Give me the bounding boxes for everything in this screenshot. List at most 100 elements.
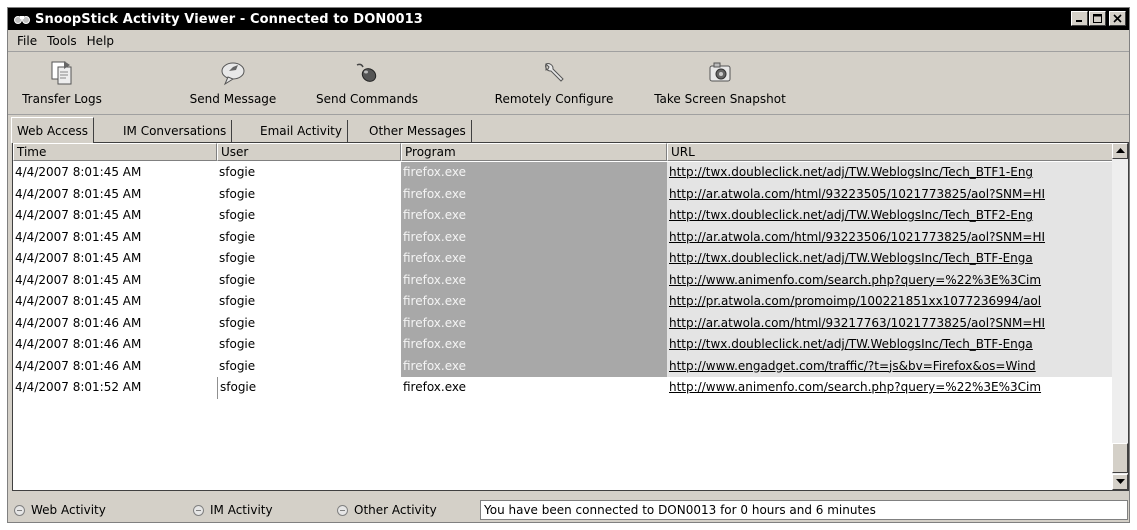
column-header-program[interactable]: Program xyxy=(401,143,667,161)
cell-program: firefox.exe xyxy=(401,291,667,313)
cell-program: firefox.exe xyxy=(401,377,667,399)
table-row[interactable]: 4/4/2007 8:01:46 AM sfogie firefox.exe http… xyxy=(13,355,1113,377)
grid-header: Time User Program URL xyxy=(13,143,1113,161)
cell-program: firefox.exe xyxy=(401,312,667,334)
table-row[interactable]: 4/4/2007 8:01:45 AM sfogie firefox.exe http… xyxy=(13,205,1113,227)
table-row[interactable]: 4/4/2007 8:01:45 AM sfogie firefox.exe http… xyxy=(13,248,1113,270)
tab-im-conversations[interactable]: IM Conversations xyxy=(118,120,233,142)
cell-url[interactable]: http://twx.doubleclick.net/adj/TW.Weblog… xyxy=(667,334,1113,356)
grid-rows: 4/4/2007 8:01:45 AM sfogie firefox.exe http… xyxy=(13,162,1113,399)
minimize-button[interactable] xyxy=(1071,11,1088,26)
tab-strip: Web Access IM Conversations Email Activi… xyxy=(8,116,1129,143)
cell-user: sfogie xyxy=(217,183,401,205)
cell-url[interactable]: http://pr.atwola.com/promoimp/100221851x… xyxy=(667,291,1113,313)
cell-user: sfogie xyxy=(217,312,401,334)
status-web-activity-label: Web Activity xyxy=(31,503,106,517)
cell-program: firefox.exe xyxy=(401,269,667,291)
remotely-configure-button[interactable]: Remotely Configure xyxy=(484,59,624,111)
cell-time: 4/4/2007 8:01:45 AM xyxy=(13,226,217,248)
arrow-up-icon xyxy=(1115,148,1125,153)
status-indicator-icon xyxy=(14,504,25,516)
table-row[interactable]: 4/4/2007 8:01:46 AM sfogie firefox.exe http… xyxy=(13,334,1113,356)
cell-program: firefox.exe xyxy=(401,183,667,205)
cell-program: firefox.exe xyxy=(401,248,667,270)
cell-time: 4/4/2007 8:01:45 AM xyxy=(13,162,217,184)
table-row[interactable]: 4/4/2007 8:01:45 AM sfogie firefox.exe http… xyxy=(13,269,1113,291)
cell-url[interactable]: http://twx.doubleclick.net/adj/TW.Weblog… xyxy=(667,248,1113,270)
close-button[interactable] xyxy=(1109,11,1126,26)
cell-url[interactable]: http://ar.atwola.com/html/93223506/10217… xyxy=(667,226,1113,248)
status-web-activity: Web Activity xyxy=(10,500,186,520)
cell-url[interactable]: http://ar.atwola.com/html/93217763/10217… xyxy=(667,312,1113,334)
column-header-url[interactable]: URL xyxy=(667,143,1113,161)
cell-time: 4/4/2007 8:01:45 AM xyxy=(13,183,217,205)
title-bar[interactable]: SnoopStick Activity Viewer - Connected t… xyxy=(8,8,1129,30)
take-screen-snapshot-button[interactable]: Take Screen Snapshot xyxy=(646,59,794,111)
toolbar: Transfer Logs Send Message Send Commands… xyxy=(8,53,1129,115)
binoculars-icon xyxy=(13,11,31,27)
scroll-down-button[interactable] xyxy=(1112,474,1128,490)
maximize-icon xyxy=(1093,14,1102,23)
scroll-up-button[interactable] xyxy=(1112,143,1128,159)
cell-url[interactable]: http://www.animenfo.com/search.php?query… xyxy=(667,377,1113,399)
table-row[interactable]: 4/4/2007 8:01:45 AM sfogie firefox.exe http… xyxy=(13,162,1113,184)
app-window: SnoopStick Activity Viewer - Connected t… xyxy=(7,7,1130,523)
status-indicator-icon xyxy=(337,504,348,516)
cell-url[interactable]: http://twx.doubleclick.net/adj/TW.Weblog… xyxy=(667,162,1113,184)
cell-url[interactable]: http://www.animenfo.com/search.php?query… xyxy=(667,269,1113,291)
tab-web-access[interactable]: Web Access xyxy=(11,117,95,143)
scroll-thumb[interactable] xyxy=(1112,443,1128,473)
menu-help[interactable]: Help xyxy=(82,34,119,48)
cell-program: firefox.exe xyxy=(401,355,667,377)
cell-time: 4/4/2007 8:01:45 AM xyxy=(13,205,217,227)
status-im-activity-label: IM Activity xyxy=(210,503,273,517)
cell-program: firefox.exe xyxy=(401,334,667,356)
speech-bubble-icon xyxy=(218,59,248,87)
cell-user: sfogie xyxy=(217,162,401,184)
wrench-icon xyxy=(539,59,569,87)
vertical-scrollbar[interactable] xyxy=(1112,143,1128,490)
maximize-button[interactable] xyxy=(1089,11,1106,26)
tab-other-messages[interactable]: Other Messages xyxy=(364,120,472,142)
web-access-grid: Time User Program URL 4/4/2007 8:01:45 A… xyxy=(12,142,1129,491)
status-other-activity: Other Activity xyxy=(333,500,478,520)
mouse-icon xyxy=(352,59,382,87)
column-header-time[interactable]: Time xyxy=(13,143,217,161)
status-indicator-icon xyxy=(193,504,204,516)
window-title: SnoopStick Activity Viewer - Connected t… xyxy=(35,11,423,27)
minimize-icon xyxy=(1076,20,1082,22)
cell-user: sfogie xyxy=(217,226,401,248)
column-header-user[interactable]: User xyxy=(217,143,401,161)
cell-time: 4/4/2007 8:01:46 AM xyxy=(13,312,217,334)
cell-user: sfogie xyxy=(217,205,401,227)
cell-program: firefox.exe xyxy=(401,162,667,184)
menu-file[interactable]: File xyxy=(12,34,42,48)
cell-time: 4/4/2007 8:01:46 AM xyxy=(13,355,217,377)
cell-time: 4/4/2007 8:01:45 AM xyxy=(13,248,217,270)
send-message-label: Send Message xyxy=(189,92,277,106)
send-commands-button[interactable]: Send Commands xyxy=(307,59,427,111)
menu-tools[interactable]: Tools xyxy=(42,34,82,48)
cell-user: sfogie xyxy=(217,269,401,291)
cell-url[interactable]: http://ar.atwola.com/html/93223505/10217… xyxy=(667,183,1113,205)
take-screen-snapshot-label: Take Screen Snapshot xyxy=(654,92,786,106)
cell-time: 4/4/2007 8:01:45 AM xyxy=(13,269,217,291)
arrow-down-icon xyxy=(1115,479,1125,484)
transfer-logs-button[interactable]: Transfer Logs xyxy=(16,59,108,111)
cell-url[interactable]: http://www.engadget.com/traffic/?t=js&bv… xyxy=(667,355,1113,377)
tab-email-activity[interactable]: Email Activity xyxy=(255,120,348,142)
remotely-configure-label: Remotely Configure xyxy=(494,92,614,106)
cell-user: sfogie xyxy=(217,355,401,377)
table-row[interactable]: 4/4/2007 8:01:46 AM sfogie firefox.exe http… xyxy=(13,312,1113,334)
close-icon xyxy=(1113,14,1122,23)
send-message-button[interactable]: Send Message xyxy=(178,59,288,111)
table-row[interactable]: 4/4/2007 8:01:45 AM sfogie firefox.exe http… xyxy=(13,226,1113,248)
cell-user: sfogie xyxy=(217,377,401,399)
status-message: You have been connected to DON0013 for 0… xyxy=(480,500,1128,520)
table-row[interactable]: 4/4/2007 8:01:45 AM sfogie firefox.exe http… xyxy=(13,291,1113,313)
table-row[interactable]: 4/4/2007 8:01:45 AM sfogie firefox.exe http… xyxy=(13,183,1113,205)
camera-icon xyxy=(705,59,735,87)
table-row[interactable]: 4/4/2007 8:01:52 AM sfogie firefox.exe http… xyxy=(13,377,1113,399)
cell-url[interactable]: http://twx.doubleclick.net/adj/TW.Weblog… xyxy=(667,205,1113,227)
transfer-logs-label: Transfer Logs xyxy=(22,92,102,106)
